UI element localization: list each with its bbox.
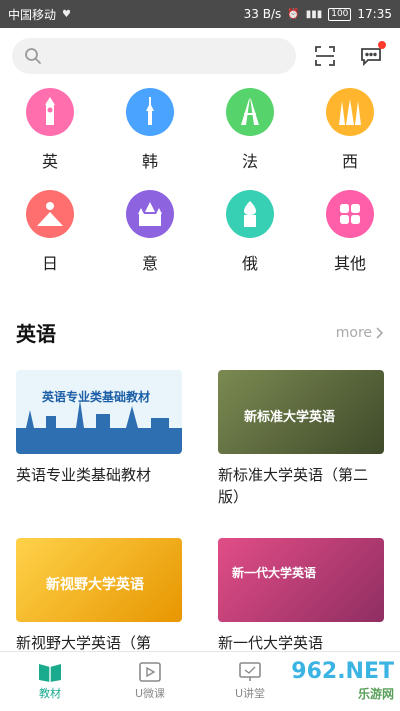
- carrier-label: 中国移动: [8, 7, 57, 22]
- language-label: 英: [41, 152, 58, 171]
- nav-tab-textbooks[interactable]: 教材: [0, 652, 100, 711]
- cover-title: 新视野大学英语: [46, 577, 144, 593]
- nav-label: 教材: [39, 687, 61, 700]
- language-spanish[interactable]: 西: [300, 88, 400, 172]
- onion-dome-icon: [226, 190, 274, 238]
- search-input[interactable]: [12, 38, 296, 74]
- language-label: 其他: [333, 254, 366, 273]
- cover-title: 新标准大学英语: [244, 410, 336, 425]
- language-korean[interactable]: 韩: [100, 88, 200, 172]
- section-title: 英语: [16, 322, 56, 346]
- watermark-subtext: 乐游网: [357, 687, 394, 701]
- scan-icon: [315, 46, 335, 66]
- heart-icon: ♥: [62, 8, 71, 20]
- nav-label: U微课: [134, 687, 166, 700]
- network-speed: 33 B/s: [243, 7, 282, 21]
- book-list: 英语专业类基础教材 英语专业类基础教材 新标准大学英语 新标准大学英语（第二版）…: [16, 370, 384, 688]
- language-label: 法: [241, 152, 258, 171]
- site-watermark: 962.NET 乐游网: [291, 661, 394, 705]
- eiffel-tower-icon: [226, 88, 274, 136]
- language-grid: 英 韩 法 西 日 意 俄 其他: [0, 88, 400, 274]
- search-icon: [25, 48, 41, 64]
- alarm-icon: ⏰: [287, 8, 300, 20]
- language-italian[interactable]: 意: [100, 190, 200, 274]
- language-label: 西: [341, 152, 358, 171]
- unread-badge: [378, 41, 386, 49]
- more-label: more: [335, 324, 372, 341]
- book-card[interactable]: 新标准大学英语 新标准大学英语（第二版）: [218, 370, 384, 520]
- nav-tab-lectures[interactable]: U讲堂: [200, 652, 300, 711]
- language-label: 日: [41, 254, 58, 273]
- status-bar: 中国移动 ♥ 33 B/s ⏰ ▮▮▮ 100 17:35: [0, 0, 400, 28]
- cover-title: 新一代大学英语: [232, 566, 317, 580]
- lecture-icon: [239, 662, 261, 681]
- language-other[interactable]: 其他: [300, 190, 400, 274]
- chevron-right-icon: [376, 326, 384, 339]
- more-link[interactable]: more: [336, 325, 384, 341]
- messages-button[interactable]: [354, 39, 388, 73]
- clock: 17:35: [357, 7, 392, 21]
- language-french[interactable]: 法: [200, 88, 300, 172]
- duomo-icon: [126, 190, 174, 238]
- book-cover: 英语专业类基础教材: [16, 370, 182, 454]
- top-bar: [0, 28, 400, 84]
- nav-label: U讲堂: [234, 687, 266, 700]
- book-cover: 新标准大学英语: [218, 370, 384, 454]
- battery-indicator: 100: [328, 7, 352, 21]
- language-english[interactable]: 英: [0, 88, 100, 172]
- language-japanese[interactable]: 日: [0, 190, 100, 274]
- grid-icon: [326, 190, 374, 238]
- english-section-header: 英语 more: [16, 318, 384, 347]
- tower-icon: [126, 88, 174, 136]
- book-cover: 新一代大学英语: [218, 538, 384, 622]
- signal-icon: ▮▮▮: [305, 8, 323, 20]
- play-icon: [139, 662, 161, 682]
- book-open-icon: [39, 664, 61, 682]
- book-title: 英语专业类基础教材: [16, 466, 152, 484]
- cover-title: 英语专业类基础教材: [42, 390, 151, 404]
- language-label: 韩: [141, 152, 158, 171]
- scan-button[interactable]: [308, 39, 342, 73]
- book-cover: 新视野大学英语: [16, 538, 182, 622]
- cathedral-icon: [326, 88, 374, 136]
- language-russian[interactable]: 俄: [200, 190, 300, 274]
- watermark-text: 962.NET: [291, 659, 394, 684]
- bottom-nav: 教材 U微课 U讲堂 962.NET 乐游网: [0, 651, 400, 711]
- book-title: 新标准大学英语（第二版）: [218, 466, 369, 506]
- language-label: 俄: [241, 254, 258, 273]
- language-label: 意: [141, 254, 158, 273]
- mount-fuji-icon: [26, 190, 74, 238]
- nav-tab-microcourses[interactable]: U微课: [100, 652, 200, 711]
- big-ben-icon: [26, 88, 74, 136]
- book-card[interactable]: 英语专业类基础教材 英语专业类基础教材: [16, 370, 182, 520]
